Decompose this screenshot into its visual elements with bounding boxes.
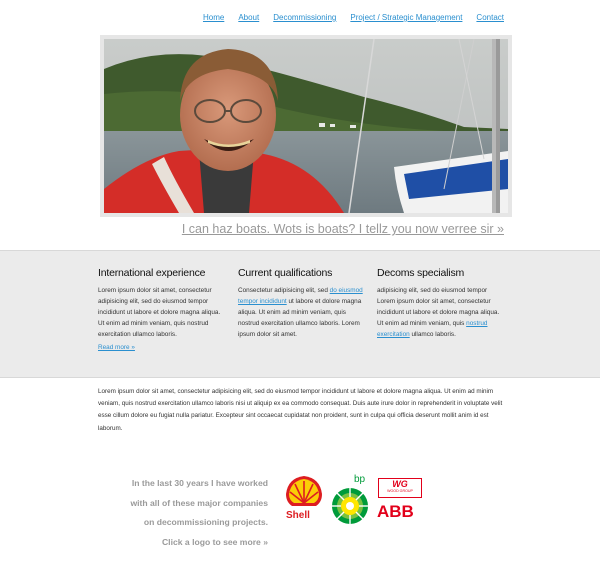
feature-title: Current qualifications xyxy=(238,267,333,279)
feature-text: Lorem ipsum dolor sit amet, consectetur … xyxy=(98,287,221,338)
bp-logo-text: bp xyxy=(354,474,366,485)
feature-international-experience: International experience Lorem ipsum dol… xyxy=(98,267,226,353)
read-more-link[interactable]: Read more » xyxy=(98,342,226,353)
nav-project-management-link[interactable]: Project / Strategic Management xyxy=(350,13,462,22)
features-band: International experience Lorem ipsum dol… xyxy=(0,250,600,378)
shell-logo-text: Shell xyxy=(286,510,310,521)
hero-photo xyxy=(104,39,508,213)
wood-group-abb-logo[interactable]: WG WOOD GROUP ABB xyxy=(376,478,424,524)
hero-photo-frame xyxy=(100,35,512,217)
bp-logo[interactable]: bp xyxy=(330,474,372,524)
hero-photo-illustration xyxy=(104,39,508,213)
companies-blurb: In the last 30 years I have worked with … xyxy=(90,474,268,552)
intro-paragraph: Lorem ipsum dolor sit amet, consectetur … xyxy=(98,388,503,432)
feature-current-qualifications: Current qualifications Consectetur adipi… xyxy=(238,267,366,340)
feature-text: Consectetur adipisicing elit, sed do eiu… xyxy=(238,285,366,340)
feature-title: International experience xyxy=(98,267,206,279)
companies-line: with all of these major companies xyxy=(130,497,268,508)
bp-helios-icon xyxy=(332,488,368,524)
abb-logo-text: ABB xyxy=(377,502,414,521)
companies-line: In the last 30 years I have worked xyxy=(131,478,268,488)
companies-cta[interactable]: Click a logo to see more » xyxy=(90,533,268,553)
wood-group-logo-text: WG xyxy=(392,479,408,489)
nav-about-link[interactable]: About xyxy=(238,13,259,22)
feature-text-part: Consectetur adipisicing elit, sed xyxy=(238,287,330,294)
feature-text-part: ullamco laboris. xyxy=(409,331,456,338)
wood-group-subtext: WOOD GROUP xyxy=(387,489,413,493)
feature-decoms-specialism: Decoms specialism adipisicing elit, sed … xyxy=(377,267,505,340)
nav-decommissioning-link[interactable]: Decommissioning xyxy=(273,13,336,22)
shell-logo[interactable]: Shell xyxy=(284,474,324,524)
feature-title: Decoms specialism xyxy=(377,267,465,279)
wood-group-box: WG WOOD GROUP xyxy=(378,478,422,498)
top-nav: Home About Decommissioning Project / Str… xyxy=(203,13,504,22)
nav-contact-link[interactable]: Contact xyxy=(476,13,504,22)
companies-line: on decommissioning projects. xyxy=(143,517,268,527)
hero-caption-link[interactable]: I can haz boats. Wots is boats? I tellz … xyxy=(182,222,504,236)
nav-home-link[interactable]: Home xyxy=(203,13,224,22)
feature-text: adipisicing elit, sed do eiusmod tempor … xyxy=(377,285,505,340)
